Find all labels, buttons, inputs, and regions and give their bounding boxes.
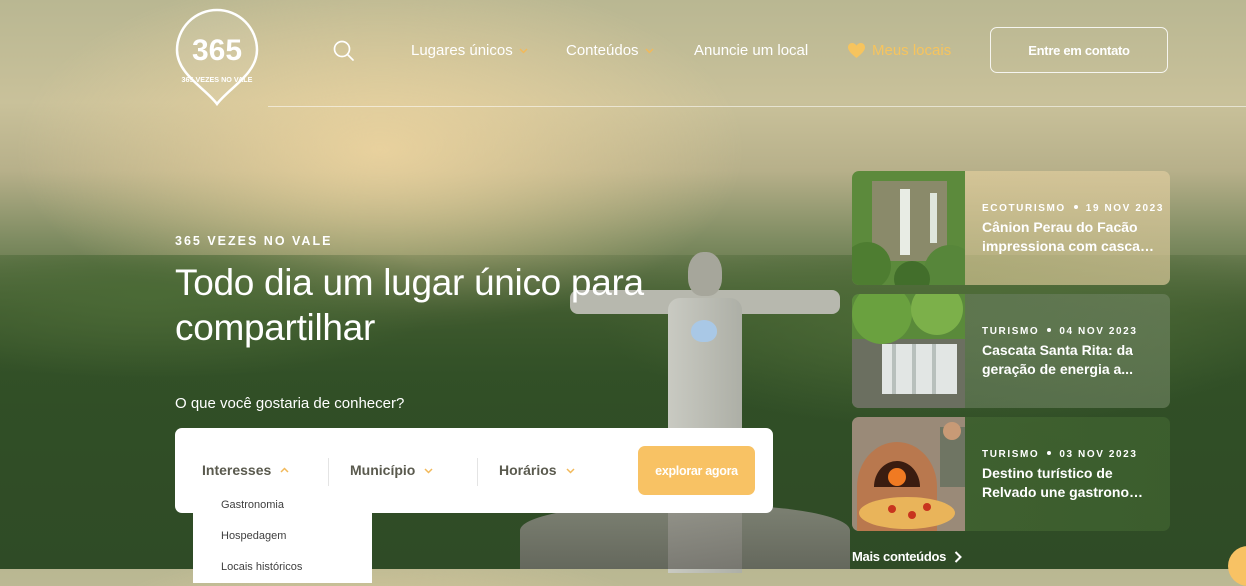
article-meta: TURISMO 04 NOV 2023 (982, 326, 1138, 337)
article-meta: TURISMO 03 NOV 2023 (982, 449, 1138, 460)
chevron-down-icon (424, 467, 433, 474)
article-title-line: Cânion Perau do Facão (982, 219, 1138, 235)
filter-interesses-label: Interesses (202, 462, 272, 478)
article-title-line: Relvado une gastronomi... (982, 484, 1154, 500)
article-title-line: impressiona com cascat... (982, 238, 1154, 254)
nav-anuncie-label: Anuncie um local (694, 42, 809, 59)
contact-button[interactable]: Entre em contato (990, 27, 1168, 73)
chevron-down-icon (566, 467, 575, 474)
article-category: TURISMO (982, 449, 1040, 460)
filter-interesses[interactable]: Interesses (202, 462, 289, 478)
more-content-label: Mais conteúdos (852, 549, 947, 564)
article-thumbnail-waterfall (852, 294, 965, 408)
hero-eyebrow: 365 VEZES NO VALE (175, 234, 333, 248)
search-question: O que você gostaria de conhecer? (175, 395, 405, 412)
article-thumbnail-pizza (852, 417, 965, 531)
chevron-up-icon (280, 466, 289, 473)
article-title: Cascata Santa Rita: da geração de energia… (982, 341, 1154, 379)
article-thumbnail-canyon (852, 171, 976, 285)
article-date: 03 NOV 2023 (1059, 449, 1138, 460)
statue-plaza-image (520, 505, 850, 569)
more-content-link[interactable]: Mais conteúdos (852, 549, 962, 564)
search-icon[interactable] (333, 40, 355, 62)
chevron-down-icon (645, 48, 654, 54)
explore-button[interactable]: explorar agora (638, 446, 755, 495)
filter-horarios-label: Horários (499, 462, 557, 478)
article-card[interactable]: TURISMO 03 NOV 2023 Destino turístico de R… (852, 417, 1170, 531)
interesses-dropdown: Gastronomia Hospedagem Locais históricos (193, 499, 372, 583)
filter-divider (477, 458, 478, 486)
article-title-line: Cascata Santa Rita: da (982, 342, 1133, 358)
filter-divider (328, 458, 329, 486)
article-title-line: geração de energia a... (982, 361, 1133, 377)
dropdown-option-gastronomia[interactable]: Gastronomia (221, 499, 284, 511)
nav-conteudos-label: Conteúdos (566, 42, 639, 59)
nav-lugares-unicos[interactable]: Lugares únicos (411, 42, 528, 59)
nav-meus-locais-label: Meus locais (872, 42, 952, 59)
header-divider (268, 106, 1246, 107)
filter-municipio-label: Município (350, 462, 416, 478)
dropdown-option-locais-historicos[interactable]: Locais históricos (221, 561, 302, 573)
article-title: Destino turístico de Relvado une gastrono… (982, 464, 1154, 502)
article-meta: ECOTURISMO 19 NOV 2023 (982, 203, 1164, 214)
article-title: Cânion Perau do Facão impressiona com cas… (982, 218, 1154, 256)
filter-municipio[interactable]: Município (350, 462, 433, 478)
article-date: 19 NOV 2023 (1085, 203, 1164, 214)
article-card[interactable]: TURISMO 04 NOV 2023 Cascata Santa Rita: d… (852, 294, 1170, 408)
logo-text: 365 VEZES NO VALE (182, 75, 253, 84)
nav-conteudos[interactable]: Conteúdos (566, 42, 654, 59)
filter-horarios[interactable]: Horários (499, 462, 575, 478)
nav-meus-locais[interactable]: Meus locais (847, 42, 951, 59)
article-card[interactable]: ECOTURISMO 19 NOV 2023 Cânion Perau do Fa… (852, 171, 1170, 285)
nav-anuncie-um-local[interactable]: Anuncie um local (694, 42, 808, 59)
article-category: TURISMO (982, 326, 1040, 337)
heart-icon (848, 43, 865, 58)
hero-title: Todo dia um lugar único para compartilha… (175, 262, 644, 348)
article-title-line: Destino turístico de (982, 465, 1113, 481)
chevron-down-icon (519, 48, 528, 54)
article-category: ECOTURISMO (982, 203, 1066, 214)
logo-number: 365 (192, 34, 242, 67)
chevron-right-icon (954, 550, 962, 563)
nav-lugares-unicos-label: Lugares únicos (411, 42, 513, 59)
dropdown-option-hospedagem[interactable]: Hospedagem (221, 530, 286, 542)
article-date: 04 NOV 2023 (1059, 326, 1138, 337)
site-logo[interactable]: 365 365 VEZES NO VALE (175, 8, 259, 107)
